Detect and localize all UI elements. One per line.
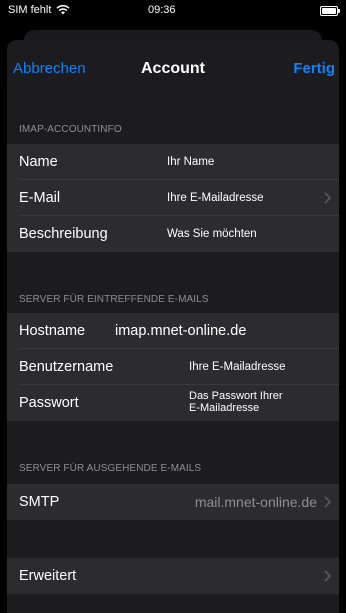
page-title: Account xyxy=(141,60,205,77)
hostname-label: Hostname xyxy=(19,323,86,339)
name-row[interactable]: Name Ihr Name xyxy=(7,144,339,180)
password-row[interactable]: Passwort Das Passwort Ihrer E-Mailadress… xyxy=(7,385,339,421)
carrier-label: SIM fehlt xyxy=(8,4,52,16)
password-hint-line2: E-Mailadresse xyxy=(189,402,260,414)
status-time: 09:36 xyxy=(148,4,176,16)
username-row[interactable]: Benutzername Ihre E-Mailadresse xyxy=(7,349,339,385)
hostname-row[interactable]: Hostname imap.mnet-online.de xyxy=(7,313,339,349)
wifi-icon xyxy=(56,5,70,15)
description-row[interactable]: Beschreibung Was Sie möchten xyxy=(7,216,339,252)
imap-section-header: IMAP-ACCOUNTINFO xyxy=(19,124,122,135)
email-field[interactable]: Ihre E-Mailadresse xyxy=(167,192,264,204)
advanced-row[interactable]: Erweitert xyxy=(7,558,339,594)
hostname-field[interactable]: imap.mnet-online.de xyxy=(115,323,246,339)
smtp-server-value: mail.mnet-online.de xyxy=(194,494,317,510)
account-sheet: Abbrechen Account Fertig IMAP-ACCOUNTINF… xyxy=(7,40,339,613)
outgoing-section-header: SERVER FÜR AUSGEHENDE E-MAILS xyxy=(19,463,202,474)
username-field[interactable]: Ihre E-Mailadresse xyxy=(189,361,286,373)
password-field[interactable]: Das Passwort Ihrer E-Mailadresse xyxy=(189,390,283,414)
navigation-bar: Abbrechen Account Fertig xyxy=(7,40,339,94)
email-label: E-Mail xyxy=(19,190,61,206)
name-label: Name xyxy=(19,154,58,170)
chevron-right-icon xyxy=(324,570,331,582)
status-carrier-group: SIM fehlt xyxy=(8,4,70,16)
name-field[interactable]: Ihr Name xyxy=(167,156,214,168)
password-hint-line1: Das Passwort Ihrer xyxy=(189,390,283,402)
password-label: Passwort xyxy=(19,395,79,411)
battery-icon xyxy=(320,6,340,16)
description-label: Beschreibung xyxy=(19,226,108,242)
email-row[interactable]: E-Mail Ihre E-Mailadresse xyxy=(7,180,339,216)
username-label: Benutzername xyxy=(19,359,114,375)
smtp-label: SMTP xyxy=(19,494,60,510)
chevron-right-icon xyxy=(324,192,331,204)
advanced-label: Erweitert xyxy=(19,568,77,584)
done-button[interactable]: Fertig xyxy=(293,60,335,77)
description-field[interactable]: Was Sie möchten xyxy=(167,228,257,240)
incoming-section-header: SERVER FÜR EINTREFFENDE E-MAILS xyxy=(19,294,209,305)
smtp-row[interactable]: SMTP mail.mnet-online.de xyxy=(7,484,339,520)
chevron-right-icon xyxy=(324,496,331,508)
status-bar: SIM fehlt 09:36 xyxy=(0,0,346,22)
